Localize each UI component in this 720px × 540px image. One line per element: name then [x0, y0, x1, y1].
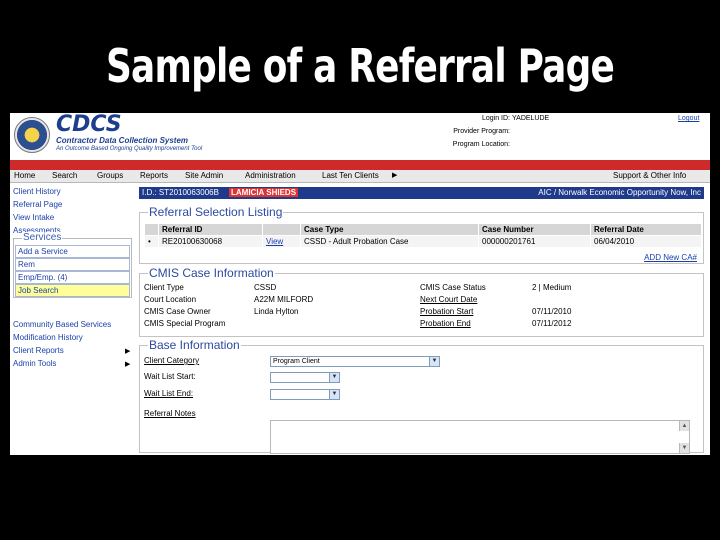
logo-subtitle: Contractor Data Collection System: [56, 136, 189, 145]
case-number-cell: 000000201761: [478, 235, 591, 248]
column-header: Case Number: [478, 223, 591, 236]
wait-list-start-select[interactable]: ▼: [270, 372, 340, 383]
app-window: CDCS Contractor Data Collection System A…: [10, 113, 710, 455]
client-type-label: Client Type: [144, 283, 184, 292]
column-header: [262, 223, 301, 236]
menu-administration[interactable]: Administration: [245, 171, 296, 180]
chevron-down-icon: ▼: [329, 373, 339, 382]
sidebar-item-admin-tools[interactable]: Admin Tools: [13, 359, 56, 368]
referral-table-header: Referral ID Case Type Case Number Referr…: [144, 223, 702, 236]
wait-list-start-label: Wait List Start:: [144, 372, 196, 381]
probation-end-value: 07/11/2012: [532, 319, 572, 328]
sidebar: Client History Referral Page View Intake…: [10, 184, 136, 455]
client-category-label: Client Category: [144, 356, 200, 365]
sidebar-item-client-history[interactable]: Client History: [13, 187, 61, 196]
probation-start-value: 07/11/2010: [532, 307, 572, 316]
column-header: Case Type: [300, 223, 479, 236]
logout-link[interactable]: Logout: [678, 115, 699, 122]
wait-list-end-label: Wait List End:: [144, 389, 194, 398]
chevron-down-icon: ▼: [429, 357, 439, 366]
referral-section: Referral Selection Listing Referral ID C…: [139, 206, 704, 264]
chevron-down-icon: ▼: [329, 390, 339, 399]
column-header: [144, 223, 159, 236]
case-status-label: CMIS Case Status: [420, 283, 486, 292]
provider-label: Provider Program:: [453, 128, 510, 135]
logo-tagline: An Outcome Based Ongoing Quality Improve…: [56, 146, 203, 152]
client-id: I.D.: ST2010063006B: [142, 188, 219, 197]
base-section-title: Base Information: [148, 338, 241, 352]
client-organization: AIC / Norwalk Economic Opportunity Now, …: [538, 188, 701, 197]
court-location-value: A22M MILFORD: [254, 295, 314, 304]
referral-notes-label: Referral Notes: [144, 409, 196, 418]
menu-reports[interactable]: Reports: [140, 171, 168, 180]
sidebar-item-modification-history[interactable]: Modification History: [13, 333, 83, 342]
probation-start-label: Probation Start: [420, 307, 474, 316]
referral-date-cell: 06/04/2010: [590, 235, 702, 248]
login-label: Login ID:: [481, 115, 510, 122]
referral-id-cell: RE20100630068: [158, 235, 263, 248]
logo-text: CDCS: [56, 113, 122, 137]
main-content: I.D.: ST2010063006B LAMICIA SHIEDS AIC /…: [136, 184, 710, 455]
client-category-select[interactable]: Program Client ▼: [270, 356, 440, 367]
menu-home[interactable]: Home: [14, 171, 35, 180]
probation-end-label: Probation End: [420, 319, 471, 328]
menu-last-ten-clients[interactable]: Last Ten Clients: [322, 171, 379, 180]
login-value: YADELUDE: [512, 115, 550, 122]
case-owner-value: Linda Hylton: [254, 307, 299, 316]
sidebar-item-view-intake[interactable]: View Intake: [13, 213, 54, 222]
services-title: Services: [22, 232, 63, 243]
menu-site-admin[interactable]: Site Admin: [185, 171, 223, 180]
special-program-label: CMIS Special Program: [144, 319, 226, 328]
referral-table: Referral ID Case Type Case Number Referr…: [144, 223, 702, 248]
referral-notes-textarea[interactable]: ▲ ▼: [270, 420, 690, 454]
next-court-date-label: Next Court Date: [420, 295, 478, 304]
scroll-up-icon[interactable]: ▲: [679, 421, 689, 431]
sidebar-item-client-reports[interactable]: Client Reports: [13, 346, 64, 355]
client-type-value: CSSD: [254, 283, 277, 292]
client-name: LAMICIA SHIEDS: [229, 188, 299, 197]
case-type-cell: CSSD - Adult Probation Case: [300, 235, 479, 248]
cmis-section-title: CMIS Case Information: [148, 266, 275, 280]
sidebar-item-referral-page[interactable]: Referral Page: [13, 200, 62, 209]
row-bullet: •: [144, 235, 159, 248]
slide-title: Sample of a Referral Page: [105, 39, 615, 93]
table-row[interactable]: • RE20100630068 View CSSD - Adult Probat…: [144, 235, 702, 248]
menu-support[interactable]: Support & Other Info: [613, 171, 686, 180]
menu-search[interactable]: Search: [52, 171, 77, 180]
program-location-label: Program Location:: [452, 141, 510, 148]
view-link[interactable]: View: [262, 235, 301, 248]
service-add[interactable]: Add a Service: [15, 245, 130, 258]
sidebar-item-community-based-services[interactable]: Community Based Services: [13, 320, 111, 329]
column-header: Referral Date: [590, 223, 702, 236]
admin-tools-arrow-icon: ▶: [125, 361, 131, 368]
wait-list-end-select[interactable]: ▼: [270, 389, 340, 400]
case-status-value: 2 | Medium: [532, 283, 572, 292]
base-section: Base Information Client Category Program…: [139, 339, 704, 454]
client-bar: I.D.: ST2010063006B LAMICIA SHIEDS AIC /…: [139, 187, 704, 199]
scroll-down-icon[interactable]: ▼: [679, 443, 689, 453]
menu-groups[interactable]: Groups: [97, 171, 123, 180]
client-reports-arrow-icon: ▶: [125, 348, 131, 355]
court-location-label: Court Location: [144, 295, 197, 304]
service-emp[interactable]: Emp/Emp. (4): [15, 271, 130, 284]
client-category-value: Program Client: [273, 358, 320, 365]
main-menu: Home Search Groups Reports Site Admin Ad…: [10, 160, 710, 183]
service-job-search[interactable]: Job Search: [15, 284, 130, 297]
column-header: Referral ID: [158, 223, 263, 236]
services-panel: Services Add a Service Rem Emp/Emp. (4) …: [13, 232, 132, 298]
service-rem[interactable]: Rem: [15, 258, 130, 271]
case-owner-label: CMIS Case Owner: [144, 307, 211, 316]
referral-section-title: Referral Selection Listing: [148, 205, 284, 219]
submenu-arrow-icon: ▶: [392, 172, 398, 179]
cmis-section: CMIS Case Information Client Type CSSD C…: [139, 267, 704, 337]
app-header: CDCS Contractor Data Collection System A…: [10, 113, 710, 159]
add-new-ca-link[interactable]: ADD New CA#: [644, 253, 697, 262]
seal-icon: [14, 117, 50, 153]
